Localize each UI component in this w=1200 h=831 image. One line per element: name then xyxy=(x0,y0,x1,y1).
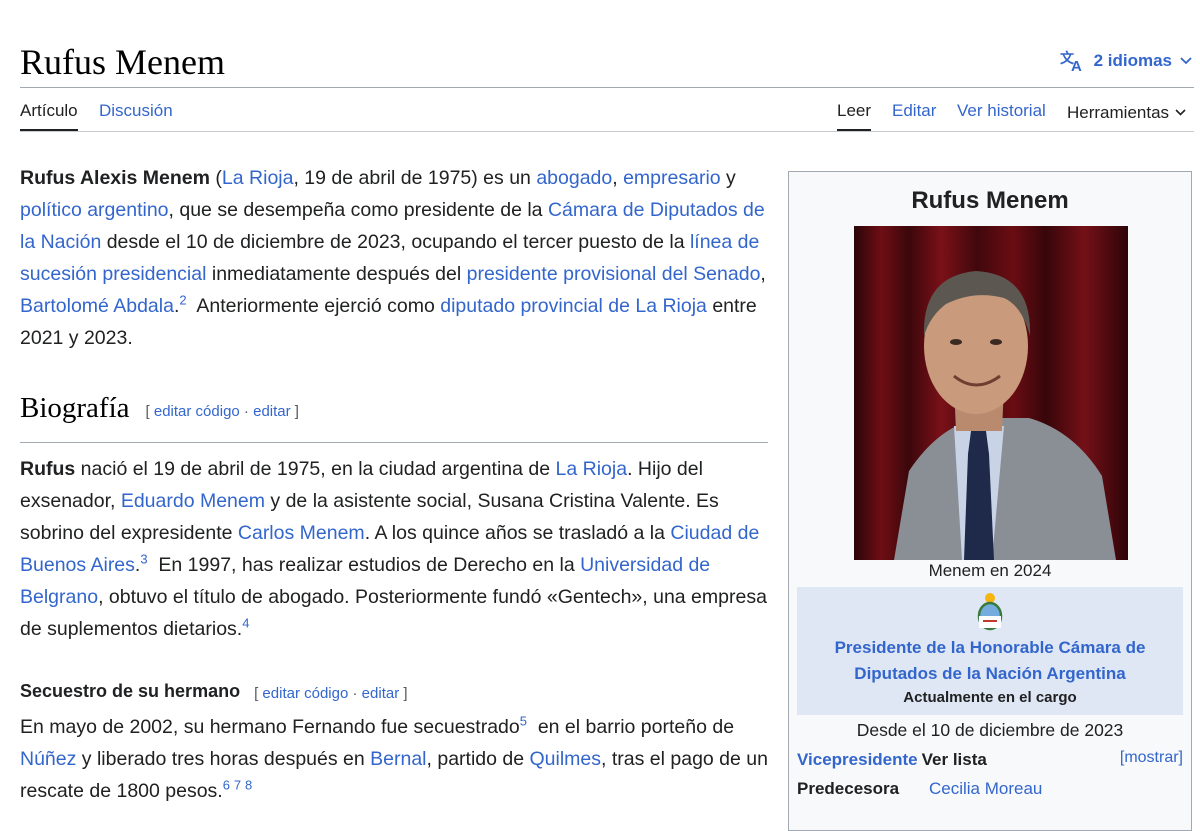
chevron-down-icon xyxy=(1180,57,1192,65)
predecessor-row: Predecesora Cecilia Moreau xyxy=(797,777,1183,801)
text: . A los quince años se trasladó a la xyxy=(364,522,671,544)
infobox: Rufus Menem Menem en 2024 Presidente de … xyxy=(788,171,1192,831)
bracket: ] xyxy=(290,403,299,420)
text: , obtuvo el título de abogado. Posterior… xyxy=(20,586,767,640)
link-presidente-provisional[interactable]: presidente provisional del Senado xyxy=(467,263,761,285)
vicepresident-value: Ver lista xyxy=(921,750,987,769)
page-tabs: Artículo Discusión Leer Editar Ver histo… xyxy=(20,100,1194,132)
link-la-rioja[interactable]: La Rioja xyxy=(556,458,628,480)
intro-paragraph: Rufus Alexis Menem (La Rioja, 19 de abri… xyxy=(20,162,768,354)
language-label: 2 idiomas xyxy=(1093,51,1172,70)
office-status: Actualmente en el cargo xyxy=(903,689,1077,706)
link-la-rioja[interactable]: La Rioja xyxy=(222,167,294,189)
reference-link[interactable]: 6 xyxy=(223,778,230,793)
text: y xyxy=(720,167,736,189)
term-start: Desde el 10 de diciembre de 2023 xyxy=(856,720,1124,740)
tab-article[interactable]: Artículo xyxy=(20,100,78,131)
section-title: Biografía xyxy=(20,392,130,424)
predecessor-link[interactable]: Cecilia Moreau xyxy=(929,777,1042,801)
svg-text:A: A xyxy=(1071,58,1082,72)
link-carlos-menem[interactable]: Carlos Menem xyxy=(238,522,365,544)
link-politico-argentino[interactable]: político argentino xyxy=(20,199,169,221)
link-abogado[interactable]: abogado xyxy=(536,167,612,189)
bracket: [ xyxy=(145,403,154,420)
text: , que se desempeña como presidente de la xyxy=(168,199,548,221)
separator: · xyxy=(239,403,254,420)
reference-link[interactable]: 8 xyxy=(245,778,252,793)
text: desde el 10 de diciembre de 2023, ocupan… xyxy=(101,231,690,253)
kidnapping-paragraph: En mayo de 2002, su hermano Fernando fue… xyxy=(20,711,768,807)
predecessor-label: Predecesora xyxy=(797,779,900,798)
reference-link[interactable]: 3 xyxy=(140,552,147,567)
bold-name: Rufus xyxy=(20,458,76,480)
text: nació el 19 de abril de 1975, en la ciud… xyxy=(75,458,556,480)
subsection-heading: Secuestro de su hermano [ editar código ·… xyxy=(20,675,768,711)
text: , xyxy=(760,263,766,285)
link-diputado-provincial[interactable]: diputado provincial de La Rioja xyxy=(440,295,707,317)
link-bernal[interactable]: Bernal xyxy=(370,748,426,770)
coat-of-arms-icon xyxy=(973,591,1007,638)
text: inmediatamente después del xyxy=(206,263,467,285)
text: en el barrio porteño de xyxy=(526,716,740,738)
show-toggle[interactable]: [mostrar] xyxy=(1120,746,1183,770)
text: Anteriormente ejerció como xyxy=(186,295,441,317)
biography-paragraph: Rufus nació el 19 de abril de 1975, en l… xyxy=(20,453,768,645)
section-edit-links: [ editar código · editar ] xyxy=(146,396,299,428)
link-empresario[interactable]: empresario xyxy=(623,167,721,189)
text: y liberado tres horas después en xyxy=(76,748,371,770)
separator: · xyxy=(348,685,362,702)
text: , xyxy=(612,167,624,189)
portrait-photo[interactable] xyxy=(854,226,1128,560)
reference-link[interactable]: 4 xyxy=(242,616,249,631)
edit-link[interactable]: editar xyxy=(362,685,400,702)
article-body: Rufus Alexis Menem (La Rioja, 19 de abri… xyxy=(20,162,768,807)
page-title: Rufus Menem xyxy=(20,42,225,82)
tools-label: Herramientas xyxy=(1067,103,1170,122)
vicepresident-row: Vicepresidente Ver lista [mostrar] xyxy=(797,748,1183,772)
subsection-title: Secuestro de su hermano xyxy=(20,681,241,701)
tab-history[interactable]: Ver historial xyxy=(957,100,1046,122)
infobox-title: Rufus Menem xyxy=(911,187,1069,214)
tab-edit[interactable]: Editar xyxy=(892,100,936,122)
language-button[interactable]: 文 A 2 idiomas xyxy=(1060,50,1192,72)
text: En mayo de 2002, su hermano Fernando fue… xyxy=(20,716,520,738)
edit-source-link[interactable]: editar código xyxy=(154,403,240,420)
section-heading-biografia: Biografía [ editar código · editar ] xyxy=(20,392,768,443)
tabs-divider xyxy=(20,131,1194,132)
title-divider xyxy=(20,87,1194,88)
link-eduardo-menem[interactable]: Eduardo Menem xyxy=(121,490,265,512)
text: , partido de xyxy=(426,748,530,770)
office-title-link[interactable]: Presidente de la Honorable Cámara de Dip… xyxy=(797,635,1183,687)
office-header: Presidente de la Honorable Cámara de Dip… xyxy=(797,587,1183,715)
subject-name: Rufus Alexis Menem xyxy=(20,167,210,189)
tab-tools[interactable]: Herramientas xyxy=(1067,100,1186,124)
link-bartolome-abdala[interactable]: Bartolomé Abdala xyxy=(20,295,174,317)
reference-link[interactable]: 2 xyxy=(179,293,186,308)
link-quilmes[interactable]: Quilmes xyxy=(530,748,602,770)
reference-link[interactable]: 5 xyxy=(520,714,527,729)
vicepresident-label[interactable]: Vicepresidente xyxy=(797,750,918,769)
chevron-down-icon xyxy=(1175,100,1186,122)
edit-source-link[interactable]: editar código xyxy=(262,685,348,702)
photo-caption: Menem en 2024 xyxy=(928,561,1052,580)
subsection-edit-links: [ editar código · editar ] xyxy=(254,678,407,710)
translate-icon: 文 A xyxy=(1060,50,1086,72)
tab-read[interactable]: Leer xyxy=(837,100,872,131)
text: En 1997, has realizar estudios de Derech… xyxy=(147,554,581,576)
reference-link[interactable]: 7 xyxy=(234,778,241,793)
text: ( xyxy=(210,167,222,189)
link-nunez[interactable]: Núñez xyxy=(20,748,76,770)
text: , 19 de abril de 1975) es un xyxy=(293,167,537,189)
edit-link[interactable]: editar xyxy=(253,403,291,420)
tab-discussion[interactable]: Discusión xyxy=(99,100,173,122)
bracket: ] xyxy=(399,685,408,702)
